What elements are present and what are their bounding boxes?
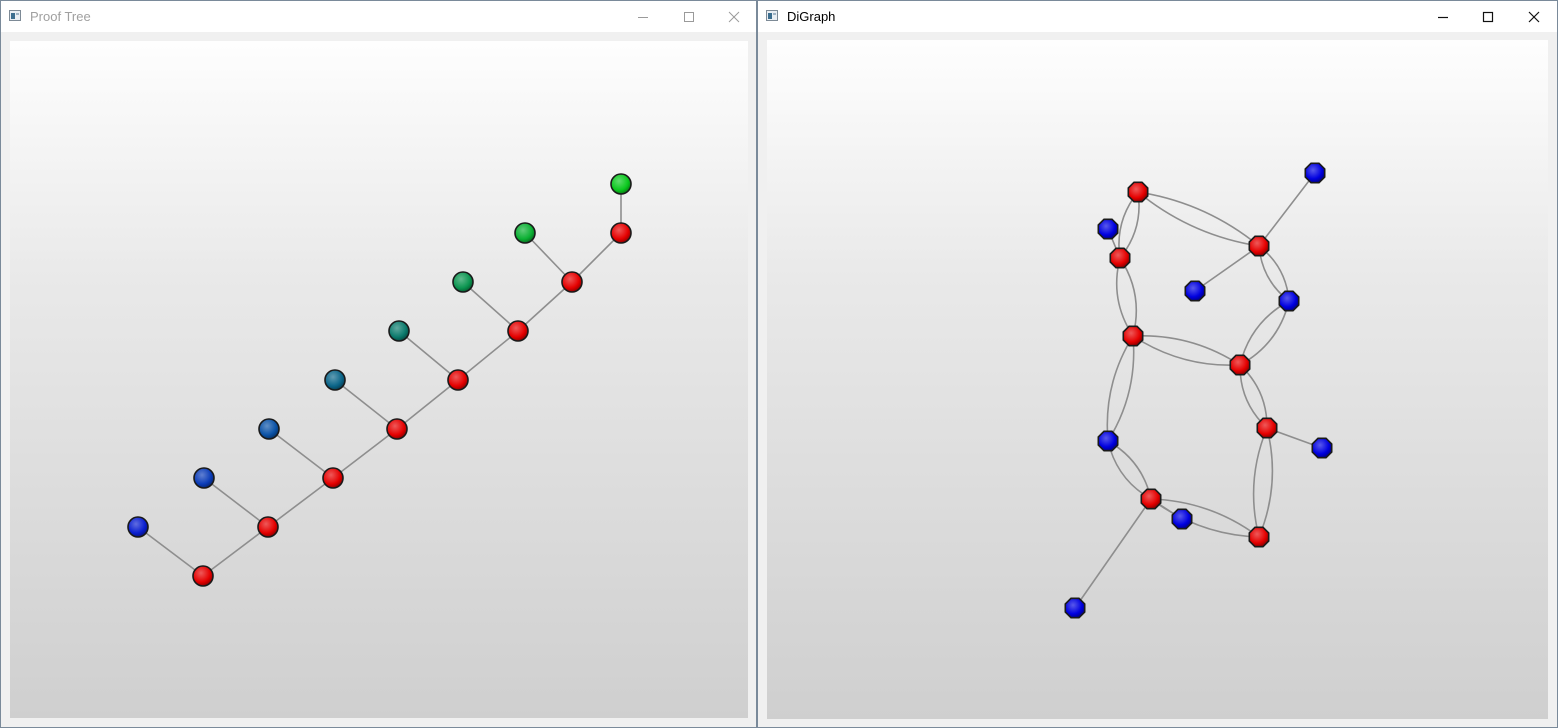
close-icon (728, 11, 740, 22)
tree-node[interactable] (386, 418, 408, 440)
proof-tree-nodes (127, 173, 632, 587)
proof-tree-window: Proof Tree (0, 0, 757, 728)
tree-node[interactable] (561, 271, 583, 293)
app-window-icon (766, 10, 778, 21)
proof-tree-edges (137, 184, 622, 577)
tree-node[interactable] (452, 271, 474, 293)
close-icon (1528, 11, 1540, 22)
digraph-node[interactable] (1248, 235, 1270, 257)
digraph-edge (1115, 257, 1134, 337)
digraph-graph[interactable] (767, 40, 1548, 719)
proof-tree-titlebar[interactable]: Proof Tree (1, 1, 756, 32)
digraph-node[interactable] (1229, 354, 1251, 376)
tree-edge (137, 526, 204, 577)
tree-edge (202, 526, 269, 577)
tree-node[interactable] (192, 565, 214, 587)
tree-node[interactable] (322, 467, 344, 489)
tree-node[interactable] (610, 222, 632, 244)
close-button[interactable] (711, 1, 757, 32)
minimize-button[interactable] (1420, 1, 1466, 32)
tree-edge (398, 330, 459, 381)
digraph-edge (1150, 498, 1260, 538)
tree-edge (334, 379, 398, 430)
tree-node[interactable] (324, 369, 346, 391)
digraph-node[interactable] (1140, 488, 1162, 510)
digraph-edge (1074, 498, 1152, 609)
tree-edge (332, 428, 398, 479)
tree-node[interactable] (447, 369, 469, 391)
digraph-node[interactable] (1097, 218, 1119, 240)
digraph-edge (1107, 440, 1152, 500)
digraph-node[interactable] (1278, 290, 1300, 312)
digraph-edge (1194, 245, 1260, 292)
digraph-node[interactable] (1127, 181, 1149, 203)
tree-edge (203, 477, 269, 528)
minimize-icon (1438, 16, 1448, 18)
tree-node[interactable] (610, 173, 632, 195)
tree-node[interactable] (514, 222, 536, 244)
tree-edge (462, 281, 519, 332)
digraph-edge (1137, 191, 1260, 247)
tree-node[interactable] (127, 516, 149, 538)
digraph-node[interactable] (1171, 508, 1193, 530)
tree-edge (457, 330, 519, 381)
maximize-button[interactable] (1465, 1, 1511, 32)
digraph-node[interactable] (1248, 526, 1270, 548)
maximize-icon (684, 11, 694, 22)
digraph-edge (1119, 257, 1138, 337)
tree-node[interactable] (193, 467, 215, 489)
digraph-node[interactable] (1097, 430, 1119, 452)
digraph-node[interactable] (1184, 280, 1206, 302)
tree-node[interactable] (258, 418, 280, 440)
window-title: DiGraph (787, 9, 836, 24)
tree-edge (396, 379, 459, 430)
digraph-node[interactable] (1256, 417, 1278, 439)
digraph-edge (1137, 191, 1260, 247)
digraph-window: DiGraph (757, 0, 1558, 728)
proof-tree-canvas[interactable] (10, 41, 748, 718)
tree-node[interactable] (257, 516, 279, 538)
tree-edge (267, 477, 334, 528)
maximize-icon (1482, 11, 1494, 22)
digraph-edge (1239, 300, 1290, 366)
tree-node[interactable] (507, 320, 529, 342)
digraph-edge (1258, 172, 1316, 247)
digraph-titlebar[interactable]: DiGraph (758, 1, 1557, 32)
minimize-icon (638, 16, 648, 18)
digraph-edge (1239, 300, 1290, 366)
digraph-node[interactable] (1311, 437, 1333, 459)
digraph-node[interactable] (1122, 325, 1144, 347)
digraph-edge (1150, 498, 1260, 538)
app-window-icon (9, 10, 21, 21)
window-title: Proof Tree (30, 9, 91, 24)
digraph-edge (1107, 440, 1152, 500)
maximize-button[interactable] (666, 1, 712, 32)
tree-edge (517, 281, 573, 332)
minimize-button[interactable] (620, 1, 666, 32)
digraph-node[interactable] (1064, 597, 1086, 619)
digraph-nodes (1064, 162, 1333, 619)
digraph-node[interactable] (1109, 247, 1131, 269)
close-button[interactable] (1511, 1, 1557, 32)
digraph-canvas[interactable] (767, 40, 1548, 719)
tree-edge (268, 428, 334, 479)
proof-tree-graph[interactable] (10, 41, 748, 718)
tree-node[interactable] (388, 320, 410, 342)
digraph-node[interactable] (1304, 162, 1326, 184)
